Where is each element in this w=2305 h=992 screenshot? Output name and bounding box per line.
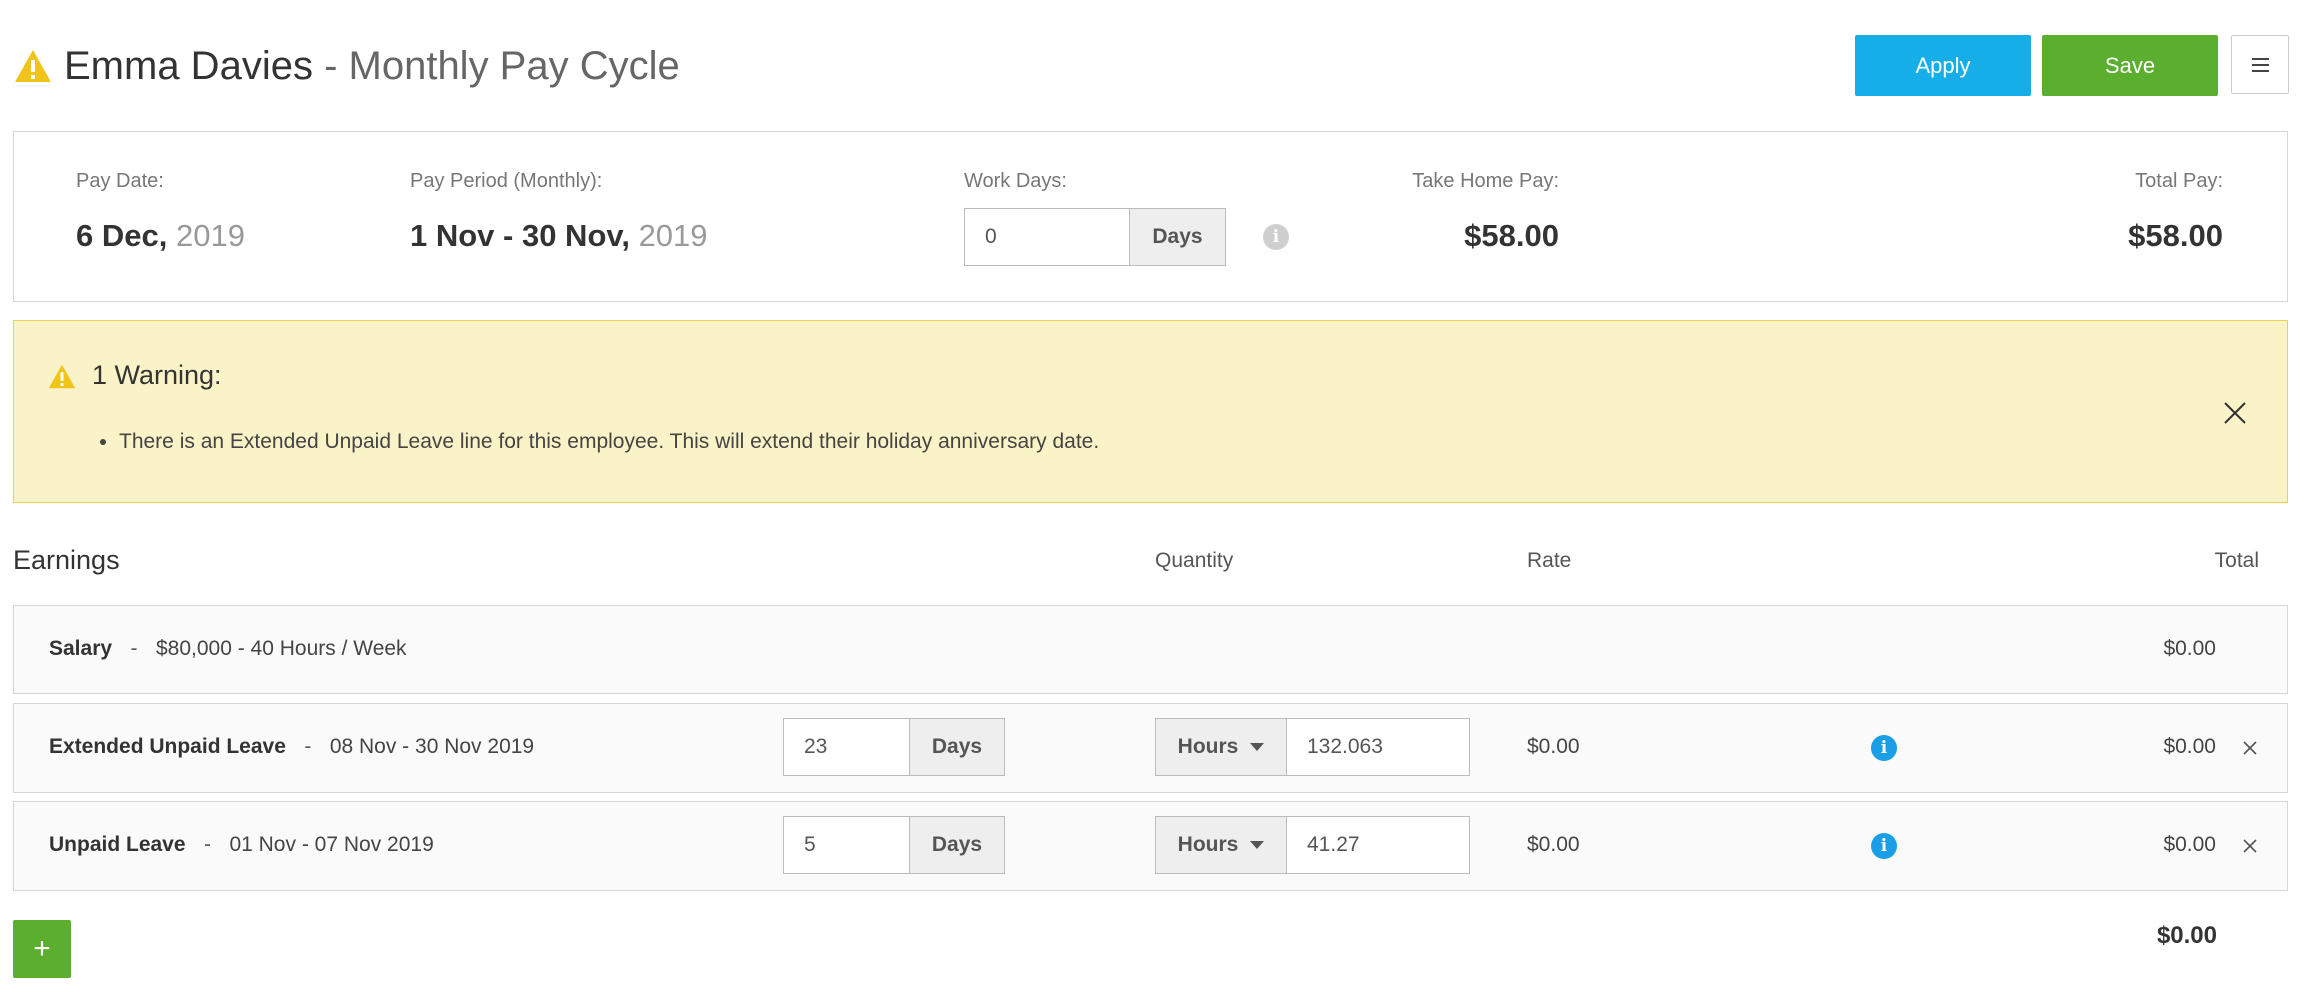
pay-date-label: Pay Date: xyxy=(76,170,164,192)
warning-panel xyxy=(13,320,2288,503)
work-days-unit: Days xyxy=(1130,208,1226,266)
warning-item: There is an Extended Unpaid Leave line f… xyxy=(119,430,1099,454)
employee-name: Emma Davies xyxy=(64,43,313,88)
unpaid-leave-total: $0.00 xyxy=(2163,833,2216,856)
salary-total: $0.00 xyxy=(2163,637,2216,660)
unpaid-leave-quantity-group: Hours 41.27 xyxy=(1155,816,1470,874)
work-days-info-icon[interactable]: i xyxy=(1263,224,1289,250)
total-pay-label: Total Pay: xyxy=(2135,170,2223,192)
add-earning-button[interactable]: + xyxy=(13,920,71,978)
extended-leave-total: $0.00 xyxy=(2163,735,2216,758)
unpaid-leave-days-input[interactable]: 5 xyxy=(783,816,910,874)
pay-cycle-subtitle: - Monthly Pay Cycle xyxy=(324,43,680,88)
page-title: Emma Davies - Monthly Pay Cycle xyxy=(14,36,680,96)
menu-button[interactable] xyxy=(2231,35,2289,94)
save-button[interactable]: Save xyxy=(2042,35,2218,96)
remove-unpaid-leave-icon[interactable] xyxy=(2243,839,2257,853)
take-home-value: $58.00 xyxy=(1464,218,1559,253)
work-days-input[interactable]: 0 xyxy=(964,208,1130,266)
earnings-title: Earnings xyxy=(13,545,120,575)
extended-leave-quantity-input[interactable]: 132.063 xyxy=(1287,718,1470,776)
unpaid-leave-days-unit: Days xyxy=(910,816,1005,874)
pay-period-value: 1 Nov - 30 Nov, 2019 xyxy=(410,218,708,253)
warning-list: There is an Extended Unpaid Leave line f… xyxy=(87,430,1099,454)
column-total: Total xyxy=(2214,549,2259,572)
close-warning-icon[interactable] xyxy=(2224,402,2246,424)
unpaid-leave-info-icon[interactable]: i xyxy=(1871,833,1897,859)
extended-leave-info-icon[interactable]: i xyxy=(1871,735,1897,761)
column-quantity: Quantity xyxy=(1155,549,1234,572)
extended-leave-days-group: 23 Days xyxy=(783,718,1005,776)
take-home-label: Take Home Pay: xyxy=(1412,170,1559,192)
work-days-group: 0 Days xyxy=(964,208,1226,266)
extended-unpaid-leave-line: Extended Unpaid Leave - 08 Nov - 30 Nov … xyxy=(49,735,535,758)
extended-leave-rate: $0.00 xyxy=(1527,735,1580,758)
caret-down-icon xyxy=(1250,743,1265,751)
unpaid-leave-line: Unpaid Leave - 01 Nov - 07 Nov 2019 xyxy=(49,833,434,856)
caret-down-icon xyxy=(1250,841,1265,849)
hamburger-icon xyxy=(2251,57,2269,60)
warning-icon xyxy=(15,50,51,82)
warning-icon xyxy=(48,364,76,389)
extended-leave-unit-dropdown[interactable]: Hours xyxy=(1155,718,1287,776)
remove-extended-leave-icon[interactable] xyxy=(2243,741,2257,755)
earnings-grand-total: $0.00 xyxy=(2156,922,2217,949)
extended-leave-days-input[interactable]: 23 xyxy=(783,718,910,776)
total-pay-value: $58.00 xyxy=(2128,218,2223,253)
unpaid-leave-quantity-input[interactable]: 41.27 xyxy=(1287,816,1470,874)
column-rate: Rate xyxy=(1527,549,1572,572)
extended-leave-days-unit: Days xyxy=(910,718,1005,776)
unpaid-leave-days-group: 5 Days xyxy=(783,816,1005,874)
unpaid-leave-rate: $0.00 xyxy=(1527,833,1580,856)
unpaid-leave-unit-dropdown[interactable]: Hours xyxy=(1155,816,1287,874)
pay-date-value: 6 Dec, 2019 xyxy=(76,218,245,253)
pay-period-label: Pay Period (Monthly): xyxy=(410,170,603,192)
warning-title: 1 Warning: xyxy=(92,360,222,390)
apply-button[interactable]: Apply xyxy=(1855,35,2031,96)
salary-line: Salary - $80,000 - 40 Hours / Week xyxy=(49,637,407,660)
work-days-label: Work Days: xyxy=(964,170,1067,192)
extended-leave-quantity-group: Hours 132.063 xyxy=(1155,718,1470,776)
